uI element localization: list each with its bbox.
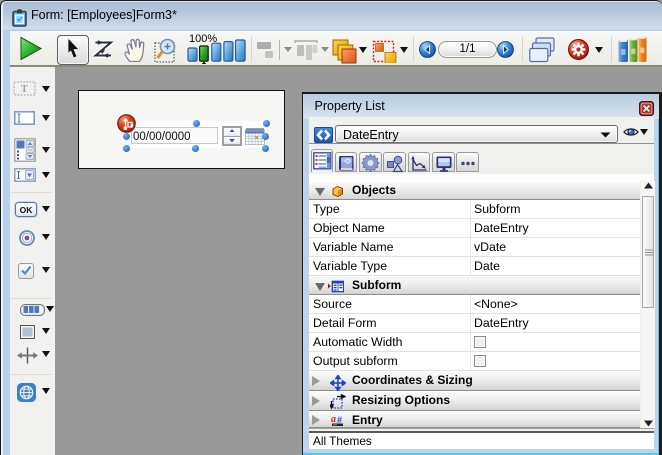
svg-text:a: a [331, 414, 336, 425]
svg-text:T: T [21, 84, 28, 95]
